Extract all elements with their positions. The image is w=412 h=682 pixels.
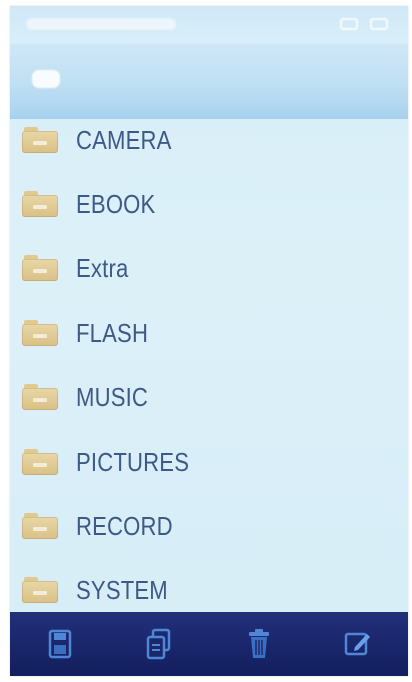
copy-icon: [147, 628, 171, 660]
status-bar: [10, 6, 408, 44]
edit-button[interactable]: [336, 622, 380, 666]
folder-row-flash[interactable]: FLASH: [10, 305, 408, 361]
folder-label: Extra: [76, 252, 129, 283]
folder-label: RECORD: [76, 510, 173, 541]
bottom-toolbar: [10, 612, 408, 676]
folder-list: CAMERA EBOOK Extra FLASH MUSIC PICTURES …: [10, 112, 408, 612]
save-icon: [48, 629, 71, 659]
back-button[interactable]: [32, 70, 60, 88]
navigation-bar: [10, 44, 408, 119]
folder-label: FLASH: [76, 317, 149, 348]
folder-label: PICTURES: [76, 446, 190, 477]
folder-row-camera[interactable]: CAMERA: [10, 112, 408, 168]
folder-row-record[interactable]: RECORD: [10, 498, 408, 554]
folder-label: SYSTEM: [76, 574, 168, 605]
edit-icon: [345, 632, 371, 656]
folder-label: EBOOK: [76, 188, 156, 219]
delete-button[interactable]: [237, 622, 281, 666]
folder-label: CAMERA: [76, 124, 172, 155]
status-title: [26, 18, 176, 30]
device-screen: CAMERA EBOOK Extra FLASH MUSIC PICTURES …: [10, 6, 408, 676]
folder-row-extra[interactable]: Extra: [10, 240, 408, 296]
folder-icon: [22, 320, 58, 346]
window-icon: [370, 18, 388, 30]
folder-icon: [22, 127, 58, 153]
battery-icon: [340, 18, 358, 30]
folder-icon: [22, 513, 58, 539]
folder-icon: [22, 577, 58, 603]
folder-row-system[interactable]: SYSTEM: [10, 562, 408, 618]
folder-row-ebook[interactable]: EBOOK: [10, 176, 408, 232]
folder-icon: [22, 255, 58, 281]
folder-label: MUSIC: [76, 381, 149, 412]
folder-icon: [22, 449, 58, 475]
folder-icon: [22, 191, 58, 217]
folder-icon: [22, 384, 58, 410]
folder-row-music[interactable]: MUSIC: [10, 369, 408, 425]
save-button[interactable]: [38, 622, 82, 666]
folder-row-pictures[interactable]: PICTURES: [10, 434, 408, 490]
copy-button[interactable]: [137, 622, 181, 666]
trash-icon: [248, 629, 269, 658]
